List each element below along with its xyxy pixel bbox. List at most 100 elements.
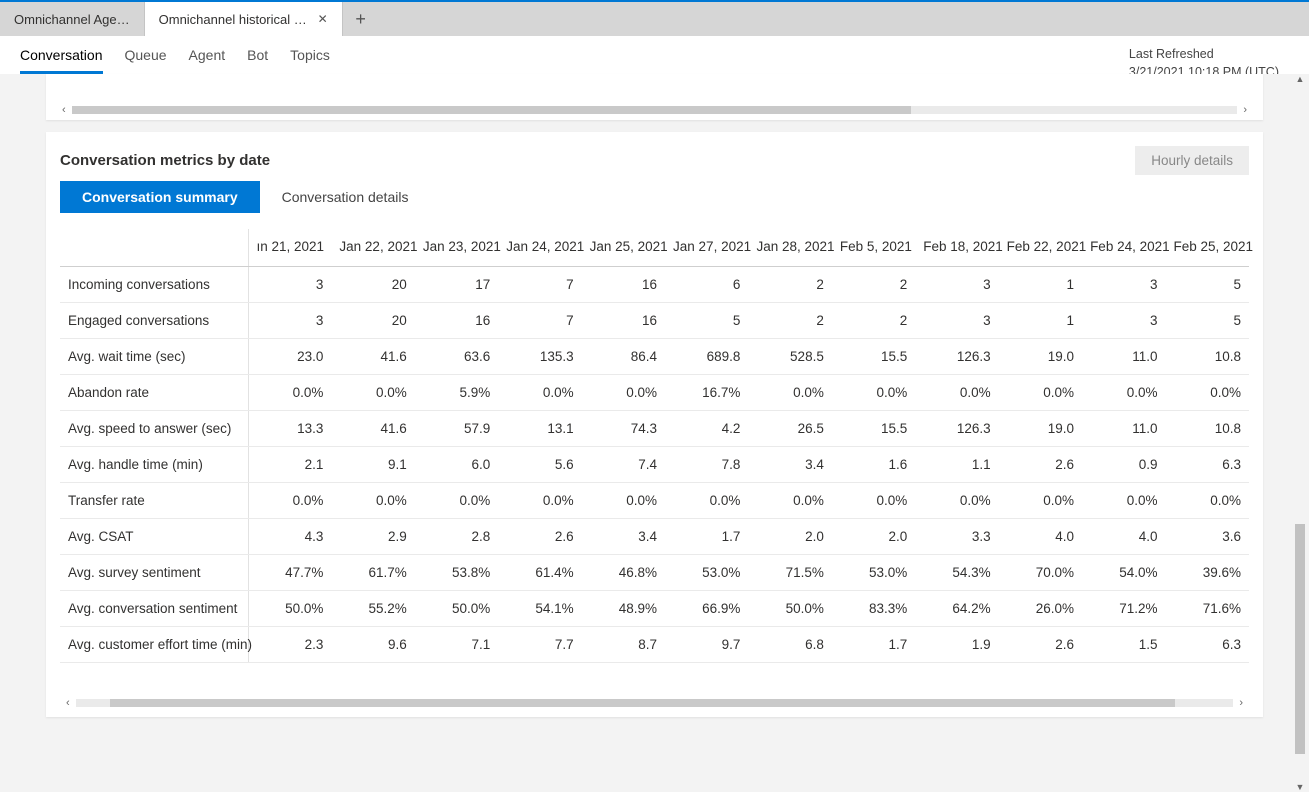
hourly-details-button[interactable]: Hourly details [1135,146,1249,175]
metric-cell: 54.1% [498,591,581,627]
app-tab-inactive[interactable]: Omnichannel Age… [0,2,145,36]
new-tab-button[interactable]: + [343,2,379,36]
metric-cell: 3 [248,303,331,339]
metric-cell: 7.4 [582,447,665,483]
column-header[interactable]: Jan 23, 2021 [415,229,498,267]
metric-label: Incoming conversations [60,267,248,303]
metric-cell: 0.0% [582,375,665,411]
metric-cell: 4.3 [248,519,331,555]
metric-cell: 3 [248,267,331,303]
scrollbar-track[interactable] [1293,84,1307,782]
nav-tab-queue[interactable]: Queue [125,47,167,74]
metric-cell: 10.8 [1165,339,1249,375]
metric-label: Avg. conversation sentiment [60,591,248,627]
metric-label: Avg. handle time (min) [60,447,248,483]
last-refreshed-label: Last Refreshed [1129,46,1279,64]
page-vertical-scrollbar[interactable]: ▲ ▼ [1293,74,1307,792]
column-header[interactable]: Jan 24, 2021 [498,229,581,267]
metric-cell: 54.3% [915,555,998,591]
metric-cell: 0.0% [748,483,831,519]
metric-cell: 53.0% [665,555,748,591]
metric-cell: 19.0 [999,411,1082,447]
metric-cell: 16 [582,267,665,303]
chevron-down-icon[interactable]: ▼ [1296,782,1305,792]
app-tab-active[interactable]: Omnichannel historical an… ✕ [145,2,343,36]
nav-tab-topics[interactable]: Topics [290,47,330,74]
column-header[interactable]: Jan 22, 2021 [331,229,414,267]
column-header[interactable]: Jan 25, 2021 [582,229,665,267]
metric-cell: 0.0% [1082,375,1165,411]
metric-cell: 135.3 [498,339,581,375]
nav-tab-conversation[interactable]: Conversation [20,47,103,74]
metric-cell: 0.0% [331,375,414,411]
nav-tab-agent[interactable]: Agent [189,47,226,74]
chevron-right-icon[interactable]: › [1237,104,1253,116]
column-header[interactable]: Feb 24, 2021 [1082,229,1165,267]
scrollbar-track[interactable] [72,106,1238,114]
metric-cell: 528.5 [748,339,831,375]
metric-cell: 0.9 [1082,447,1165,483]
column-header[interactable]: Feb 22, 2021 [999,229,1082,267]
column-header[interactable]: Feb 5, 2021 [832,229,915,267]
metric-cell: 7.7 [498,627,581,663]
sub-tab-summary[interactable]: Conversation summary [60,181,260,213]
chevron-up-icon[interactable]: ▲ [1296,74,1305,84]
metric-cell: 4.2 [665,411,748,447]
metric-cell: 15.5 [832,339,915,375]
column-header[interactable]: Feb 18, 2021 [915,229,998,267]
metric-cell: 46.8% [582,555,665,591]
metric-cell: 20 [331,267,414,303]
metric-cell: 5.6 [498,447,581,483]
scrollbar-track[interactable] [76,699,1234,707]
metric-cell: 71.6% [1165,591,1249,627]
metric-cell: 7.8 [665,447,748,483]
metric-cell: 2.6 [999,627,1082,663]
metric-cell: 2.6 [999,447,1082,483]
table-row: Engaged conversations320167165223135 [60,303,1249,339]
metric-cell: 6.0 [415,447,498,483]
nav-tab-bot[interactable]: Bot [247,47,268,74]
chevron-left-icon[interactable]: ‹ [56,104,72,116]
metric-cell: 61.4% [498,555,581,591]
column-header[interactable]: Jan 28, 2021 [748,229,831,267]
scrollbar-thumb[interactable] [1295,524,1305,754]
scrollbar-thumb[interactable] [110,699,1175,707]
scrollbar-thumb[interactable] [72,106,911,114]
metric-cell: 7 [498,267,581,303]
metric-cell: 0.0% [248,375,331,411]
metric-cell: 0.0% [331,483,414,519]
metric-cell: 13.3 [248,411,331,447]
metric-cell: 74.3 [582,411,665,447]
metric-cell: 63.6 [415,339,498,375]
metric-cell: 2 [832,303,915,339]
metric-cell: 3.3 [915,519,998,555]
metric-cell: 9.7 [665,627,748,663]
table-header-row: ın 21, 2021Jan 22, 2021Jan 23, 2021Jan 2… [60,229,1249,267]
metric-cell: 55.2% [331,591,414,627]
card-title: Conversation metrics by date [60,152,270,169]
content-area: ‹ › Conversation metrics by date Hourly … [0,74,1309,792]
metric-cell: 0.0% [415,483,498,519]
chevron-right-icon[interactable]: › [1233,697,1249,709]
metric-cell: 5 [1165,267,1249,303]
metric-label: Avg. wait time (sec) [60,339,248,375]
metric-cell: 3 [915,303,998,339]
card-sub-tabs: Conversation summary Conversation detail… [60,181,1249,213]
metric-cell: 26.5 [748,411,831,447]
metric-cell: 0.0% [999,375,1082,411]
metric-cell: 2.0 [748,519,831,555]
chevron-left-icon[interactable]: ‹ [60,697,76,709]
column-header[interactable]: ın 21, 2021 [248,229,331,267]
upper-card-scrollbar[interactable]: ‹ › [46,104,1263,120]
table-horizontal-scrollbar[interactable]: ‹ › [60,697,1249,709]
metric-cell: 50.0% [248,591,331,627]
metric-cell: 7 [498,303,581,339]
sub-tab-details[interactable]: Conversation details [260,181,431,213]
metric-cell: 0.0% [832,483,915,519]
column-header[interactable]: Jan 27, 2021 [665,229,748,267]
column-header[interactable]: Feb 25, 2021 [1165,229,1249,267]
app-tab-label: Omnichannel Age… [14,12,130,27]
close-icon[interactable]: ✕ [318,12,328,26]
table-row: Avg. customer effort time (min)2.39.67.1… [60,627,1249,663]
metric-cell: 23.0 [248,339,331,375]
